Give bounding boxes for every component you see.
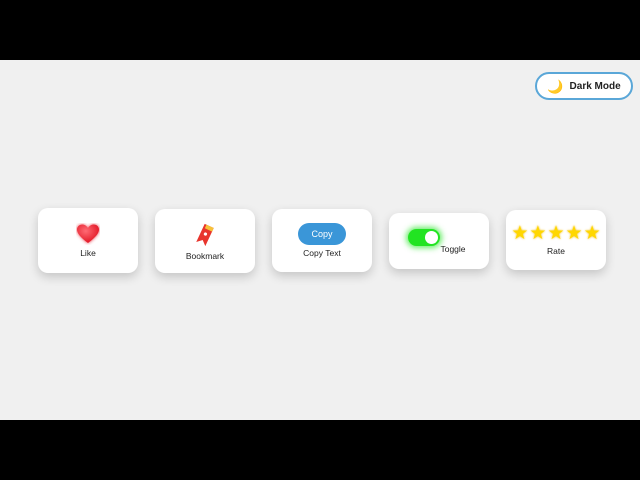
rate-card: ★ ★ ★ ★ ★ Rate <box>506 210 606 270</box>
bookmark-card[interactable]: Bookmark <box>155 209 255 273</box>
heart-icon <box>77 224 99 243</box>
like-card[interactable]: Like <box>38 208 138 273</box>
moon-icon: 🌙 <box>547 78 564 94</box>
star-icon[interactable]: ★ <box>547 224 564 243</box>
star-icon[interactable]: ★ <box>529 224 546 243</box>
star-rating[interactable]: ★ ★ ★ ★ ★ <box>511 224 600 243</box>
star-icon[interactable]: ★ <box>584 224 601 243</box>
dark-mode-label: Dark Mode <box>569 80 621 92</box>
copy-button[interactable]: Copy <box>298 223 346 245</box>
star-icon[interactable]: ★ <box>511 224 528 243</box>
copy-card: Copy Copy Text <box>272 209 372 272</box>
main-stage: 🌙 Dark Mode Like Bookmark Copy Copy Text… <box>0 60 640 420</box>
toggle-label: Toggle <box>440 243 466 254</box>
rate-label: Rate <box>547 246 565 256</box>
bookmark-label: Bookmark <box>185 250 225 261</box>
dark-mode-button[interactable]: 🌙 Dark Mode <box>535 72 633 100</box>
like-label: Like <box>80 248 96 258</box>
bookmark-icon <box>196 223 214 246</box>
toggle-card: Toggle <box>389 213 489 269</box>
star-icon[interactable]: ★ <box>566 224 583 243</box>
toggle-switch[interactable] <box>408 228 440 246</box>
toggle-knob <box>425 230 438 244</box>
copy-text-label: Copy Text <box>303 248 341 258</box>
